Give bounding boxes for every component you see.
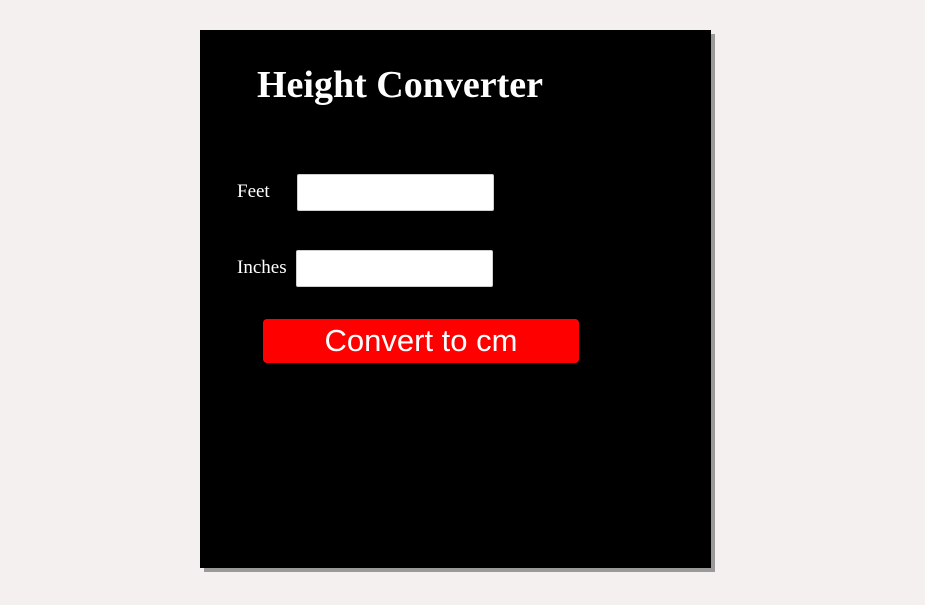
converter-panel: Height Converter Feet Inches Convert to … bbox=[200, 30, 711, 568]
feet-label: Feet bbox=[237, 181, 270, 202]
page-title: Height Converter bbox=[257, 64, 543, 106]
convert-to-cm-button[interactable]: Convert to cm bbox=[263, 319, 579, 363]
inches-input[interactable] bbox=[296, 250, 493, 287]
feet-input[interactable] bbox=[297, 174, 494, 211]
inches-label: Inches bbox=[237, 257, 287, 278]
